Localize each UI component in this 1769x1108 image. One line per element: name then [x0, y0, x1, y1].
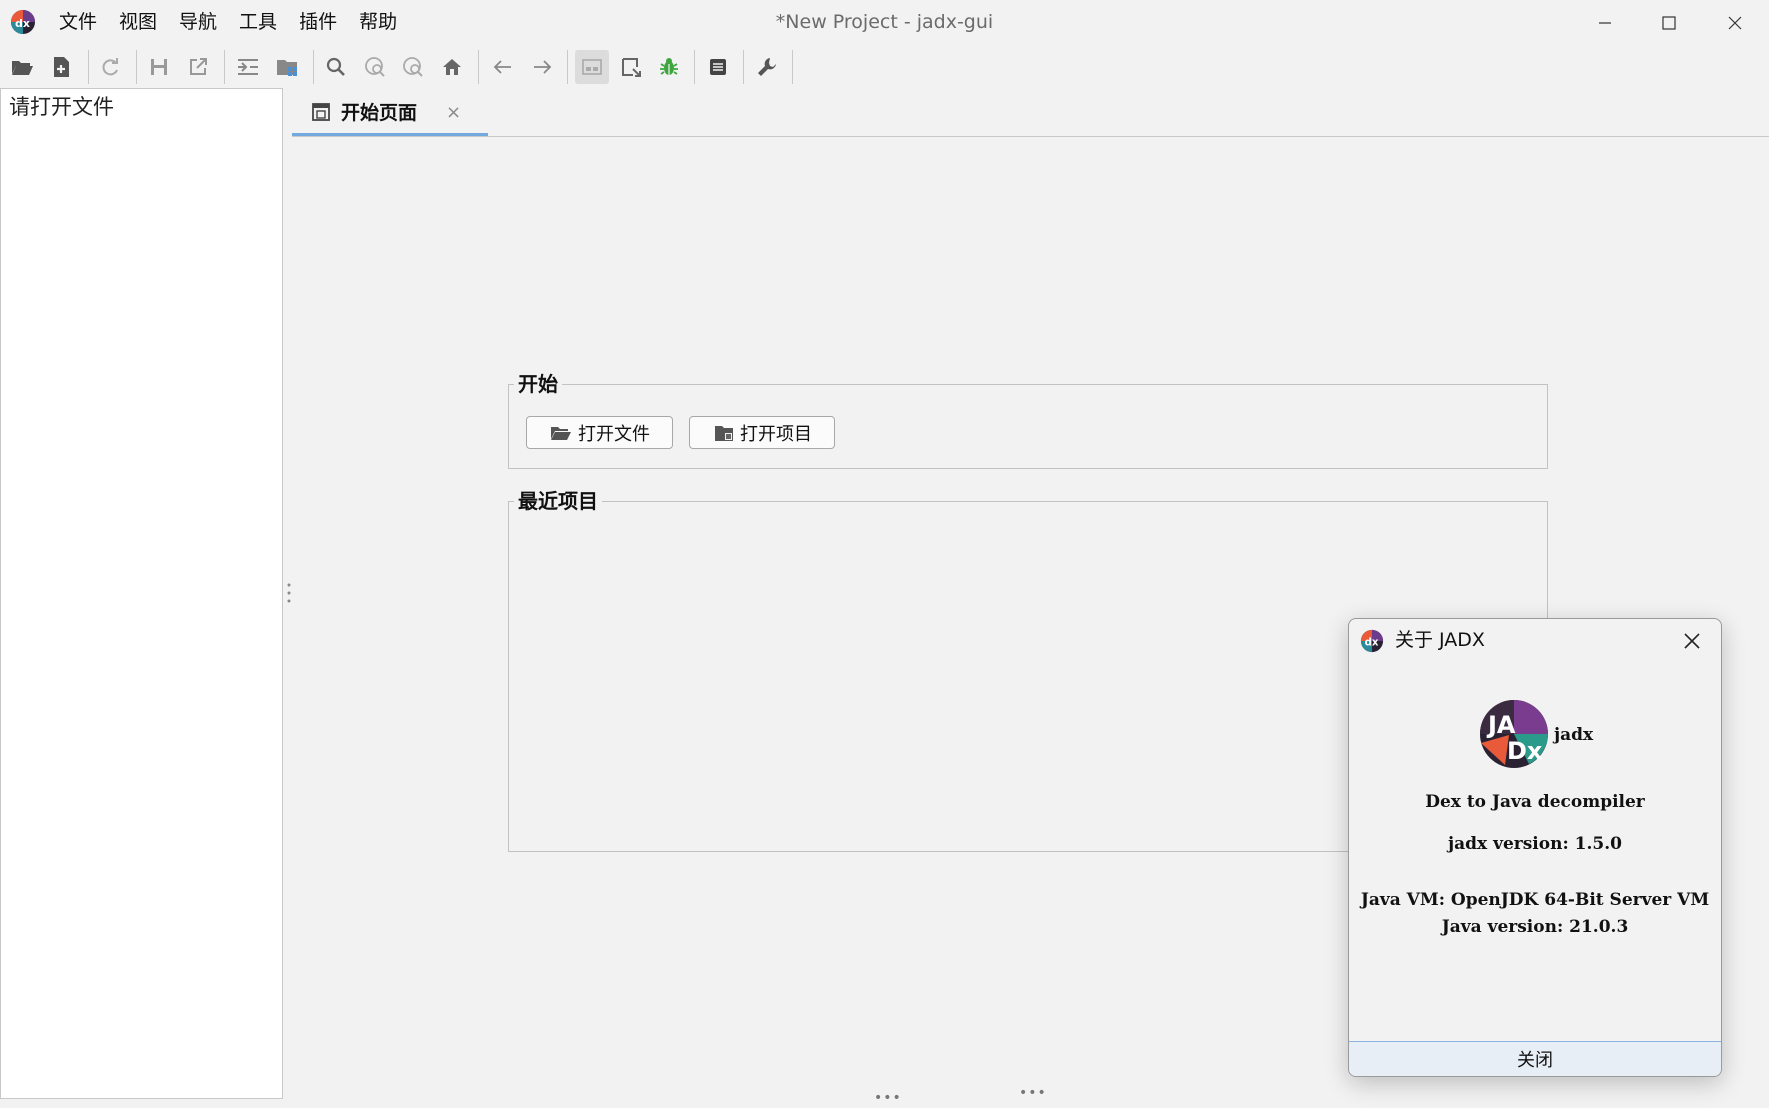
jadx-badge-icon: JA Dx [1480, 700, 1548, 768]
sync-tree-tool-button[interactable] [233, 52, 263, 82]
find-class-tool-button[interactable] [360, 52, 390, 82]
flatten-packages-icon [277, 60, 297, 76]
back-tool-button[interactable] [488, 52, 518, 82]
search-tool-button[interactable] [321, 52, 351, 82]
about-app-name: jadx [1554, 725, 1594, 745]
reload-tool-button[interactable] [95, 52, 125, 82]
about-dialog-title: 关于 JADX [1395, 629, 1485, 651]
about-dialog-close-button[interactable] [1678, 627, 1706, 655]
close-window-button[interactable] [1704, 0, 1766, 45]
preferences-tool-button[interactable] [752, 52, 782, 82]
home-icon [443, 59, 461, 75]
svg-text:dx: dx [1365, 638, 1379, 649]
open-file-button-label: 打开文件 [578, 423, 650, 445]
svg-text:Dx: Dx [1507, 737, 1543, 765]
find-class-icon [365, 57, 385, 77]
add-file-tool-button[interactable] [47, 52, 77, 82]
quick-tabs-tool-button[interactable] [616, 52, 646, 82]
save-tool-button[interactable] [144, 52, 174, 82]
menu-plugins[interactable]: 插件 [288, 0, 348, 45]
open-file-tool-button[interactable] [7, 52, 37, 82]
maximize-button[interactable] [1638, 0, 1700, 45]
tab-close-button[interactable]: × [446, 100, 461, 126]
close-icon [1684, 633, 1700, 649]
open-file-button[interactable]: 打开文件 [526, 416, 673, 449]
menu-bar: 文件 视图 导航 工具 插件 帮助 [48, 0, 408, 45]
wrench-icon [758, 58, 776, 76]
maximize-icon [1662, 15, 1676, 30]
minimize-icon [1599, 21, 1611, 24]
start-group-title: 开始 [514, 368, 562, 397]
forward-arrow-icon [534, 60, 552, 74]
tab-strip-divider [292, 136, 1769, 137]
decompile-all-tool-button[interactable] [575, 50, 609, 84]
about-java-version: Java version: 21.0.3 [1441, 917, 1629, 937]
jadx-logo-icon: dx [11, 10, 35, 34]
tab-start-page[interactable]: 开始页面 × [292, 92, 488, 136]
log-viewer-tool-button[interactable] [703, 52, 733, 82]
search-icon [326, 57, 345, 76]
about-jadx-version: jadx version: 1.5.0 [1447, 834, 1622, 854]
flatten-packages-tool-button[interactable] [272, 52, 302, 82]
bottom-grip-left[interactable]: ••• [874, 1090, 902, 1106]
find-usage-icon [403, 57, 423, 77]
reload-icon [102, 58, 118, 76]
add-file-icon [54, 57, 69, 77]
tab-label: 开始页面 [341, 102, 418, 124]
about-tagline: Dex to Java decompiler [1425, 792, 1645, 812]
debugger-icon [660, 58, 678, 75]
sync-tree-icon [238, 59, 258, 75]
project-tree-panel[interactable]: 请打开文件 [0, 88, 283, 1099]
menu-help[interactable]: 帮助 [348, 0, 408, 45]
menu-file[interactable]: 文件 [48, 0, 108, 45]
open-project-button-label: 打开项目 [740, 423, 812, 445]
menu-view[interactable]: 视图 [108, 0, 168, 45]
export-icon [190, 58, 207, 75]
back-arrow-icon [493, 60, 511, 74]
find-usage-tool-button[interactable] [398, 52, 428, 82]
forward-tool-button[interactable] [527, 52, 557, 82]
menu-tools[interactable]: 工具 [228, 0, 288, 45]
main-window: dx 文件 视图 导航 工具 插件 帮助 *New Project - jadx… [0, 0, 1769, 1108]
log-viewer-icon [710, 59, 726, 75]
svg-text:JA: JA [1486, 711, 1516, 739]
open-folder-icon [551, 426, 571, 440]
quick-tabs-icon [622, 58, 641, 77]
home-tool-button[interactable] [437, 52, 467, 82]
recent-projects-title: 最近项目 [514, 485, 602, 514]
start-group: 开始 打开文件 打开项目 [508, 368, 1548, 469]
about-close-button[interactable]: 关闭 [1349, 1041, 1721, 1076]
export-tool-button[interactable] [183, 52, 213, 82]
open-file-icon [12, 61, 33, 75]
about-java-vm: Java VM: OpenJDK 64-Bit Server VM [1360, 890, 1710, 910]
project-folder-icon [715, 425, 733, 441]
bottom-grip-right[interactable]: ••• [1019, 1085, 1047, 1101]
title-bar: dx 文件 视图 导航 工具 插件 帮助 *New Project - jadx… [0, 0, 1769, 45]
about-dialog: dx 关于 JADX JA Dx jadx Dex to Java decomp… [1348, 618, 1722, 1077]
menu-navigation[interactable]: 导航 [168, 0, 228, 45]
minimize-button[interactable] [1574, 0, 1636, 45]
decompile-all-icon [582, 59, 602, 75]
start-page-icon [312, 103, 330, 121]
jadx-logo-icon: dx [1360, 629, 1384, 653]
tree-empty-message: 请打开文件 [9, 95, 114, 119]
close-icon [1728, 16, 1742, 29]
splitter-grip-icon[interactable] [287, 582, 291, 604]
debugger-tool-button[interactable] [654, 52, 684, 82]
svg-text:dx: dx [15, 17, 30, 30]
save-icon [151, 59, 167, 75]
open-project-button[interactable]: 打开项目 [689, 416, 835, 449]
